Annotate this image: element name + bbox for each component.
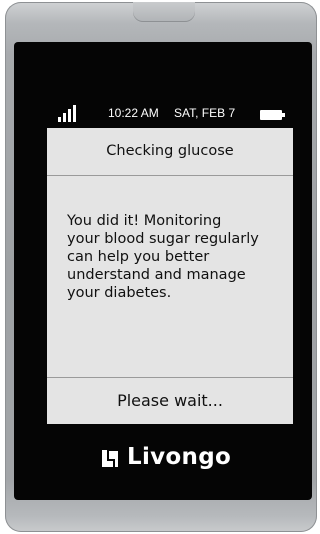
brand-name: Livongo [127, 444, 232, 470]
livongo-logo-icon [102, 450, 118, 467]
signal-bars-icon [58, 104, 78, 122]
glucose-meter-device: 10:22 AM SAT, FEB 7 Checking glucose You… [5, 2, 317, 532]
please-wait-status: Please wait... [117, 391, 223, 410]
status-time: 10:22 AM [108, 106, 159, 120]
status-date: SAT, FEB 7 [174, 106, 236, 120]
device-top-button[interactable] [133, 2, 195, 22]
screen-bezel: 10:22 AM SAT, FEB 7 Checking glucose You… [14, 42, 312, 500]
brand-logo: Livongo [100, 444, 250, 476]
screen-title: Checking glucose [106, 143, 234, 159]
title-divider [47, 175, 293, 176]
message-screen: Checking glucose You did it! Monitoring … [47, 128, 293, 424]
encouragement-message: You did it! Monitoring your blood sugar … [67, 213, 259, 301]
battery-full-icon [260, 110, 285, 120]
status-bar: 10:22 AM SAT, FEB 7 [14, 104, 312, 124]
